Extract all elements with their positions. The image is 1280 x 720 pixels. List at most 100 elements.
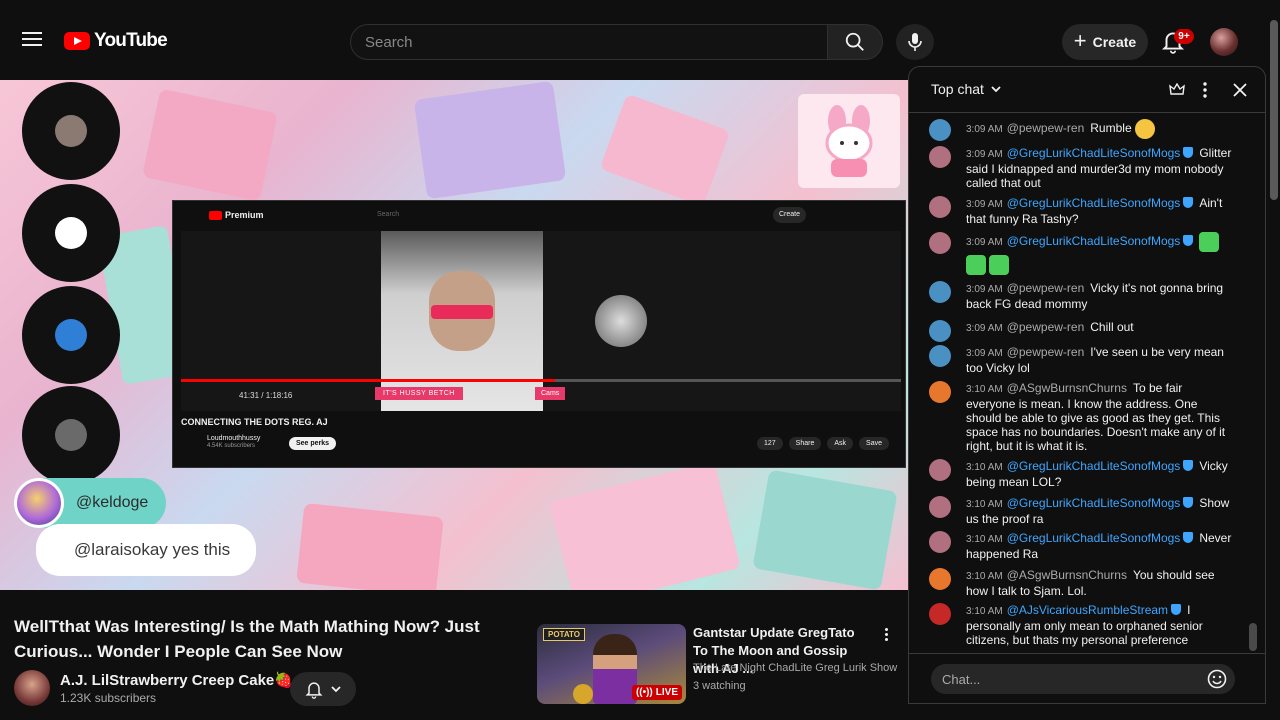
chat-input-box <box>931 664 1235 694</box>
overlay-message: @laraisokay yes this <box>36 524 257 576</box>
search-input[interactable] <box>351 25 827 59</box>
moderator-shield-icon <box>1183 197 1194 208</box>
embedded-logo: Premium <box>209 210 264 220</box>
page-scrollbar[interactable] <box>1270 20 1278 200</box>
chat-message: 3:09 AM @GregLurikChadLiteSonofMogs Glitte… <box>929 146 1233 190</box>
recommended-viewers: 3 watching <box>693 680 746 692</box>
embedded-title: CONNECTING THE DOTS REG. AJ <box>181 417 328 427</box>
logo-text: YouTube <box>94 30 168 51</box>
more-options-icon[interactable] <box>880 626 892 644</box>
embedded-screen: Premium Search Create 41:31 / 1:18:16 IT… <box>172 200 906 468</box>
moderator-shield-icon <box>1183 147 1194 158</box>
chat-avatar <box>929 146 951 168</box>
chat-avatar <box>929 603 951 625</box>
overlay-avatar-button[interactable] <box>22 184 120 282</box>
chat-avatar <box>929 119 951 141</box>
chat-message-list: 3:09 AM @pewpew-ren Rumble 3:09 AM @GregLur… <box>909 115 1255 655</box>
embedded-channel: Loudmouthhussy 4.54K subscribers <box>207 435 261 449</box>
chat-avatar <box>929 345 951 367</box>
thumbnail-text: POTATO <box>543 628 585 641</box>
chat-message: 3:10 AM @ASgwBurnsnChurns To be fair every… <box>929 381 1233 453</box>
moderator-shield-icon <box>1183 532 1194 543</box>
emoji-icon <box>966 255 986 275</box>
video-title: WellTthat Was Interesting/ Is the Math M… <box>14 617 480 661</box>
chat-message: 3:09 AM @pewpew-ren Chill out <box>929 320 1233 342</box>
mic-icon <box>908 33 922 51</box>
recommended-channel[interactable]: The Late Night ChadLite Greg Lurik Show <box>693 662 897 674</box>
moderator-shield-icon <box>1183 235 1194 247</box>
voice-search-button[interactable] <box>896 24 934 60</box>
chocolate-tile <box>296 502 444 590</box>
profile-image <box>55 419 87 451</box>
youtube-play-icon <box>64 32 90 50</box>
search-button[interactable] <box>827 24 883 60</box>
search-box <box>350 24 828 60</box>
moderator-shield-icon <box>1171 604 1182 615</box>
bell-icon <box>305 682 323 699</box>
search-icon <box>845 32 864 51</box>
overlay-avatar-button[interactable] <box>22 386 120 484</box>
mascot-sticker <box>798 94 900 188</box>
chat-input[interactable] <box>931 664 1191 694</box>
profile-image <box>55 115 87 147</box>
create-label: Create <box>1092 34 1137 50</box>
chat-avatar <box>929 459 951 481</box>
chat-scrollbar[interactable] <box>1249 623 1257 651</box>
live-badge: ((•)) LIVE <box>631 685 682 700</box>
embedded-topbar: Premium Search Create <box>173 201 905 229</box>
menu-icon[interactable] <box>20 28 44 52</box>
chat-avatar <box>929 196 951 218</box>
chat-message: 3:09 AM @pewpew-ren Vicky it's not gonna b… <box>929 281 1233 311</box>
chat-message: 3:09 AM @pewpew-ren Rumble <box>929 119 1233 141</box>
chat-message: 3:10 AM @GregLurikChadLiteSonofMogs Never … <box>929 531 1233 561</box>
channel-avatar[interactable] <box>14 670 50 706</box>
video-player[interactable]: Premium Search Create 41:31 / 1:18:16 IT… <box>0 80 908 590</box>
embedded-progress-bar <box>181 379 901 382</box>
create-button[interactable]: + Create <box>1062 24 1148 60</box>
chat-mode-dropdown[interactable]: Top chat <box>931 81 1002 97</box>
chat-message: 3:09 AM @pewpew-ren I've seen u be very me… <box>929 345 1233 375</box>
emoji-picker-icon[interactable] <box>1207 669 1227 689</box>
chocolate-tile <box>141 88 279 202</box>
embedded-actions: 127 Share Ask Save <box>756 437 889 450</box>
chat-message: 3:09 AM @GregLurikChadLiteSonofMogs <box>929 232 1233 275</box>
embedded-perks: See perks <box>289 437 337 450</box>
emoji-icon <box>1199 232 1220 252</box>
chat-message: 3:10 AM @GregLurikChadLiteSonofMogs Show u… <box>929 496 1233 526</box>
user-avatar[interactable] <box>1210 28 1238 56</box>
embedded-video <box>181 231 901 411</box>
hooded-person <box>381 231 543 411</box>
emoji-icon <box>989 255 1010 275</box>
subscription-bell-button[interactable] <box>290 672 356 706</box>
chevron-down-icon <box>991 86 1001 93</box>
emoji-icon <box>1134 119 1155 139</box>
chat-input-area <box>909 653 1265 705</box>
youtube-logo[interactable]: YouTube <box>64 30 168 52</box>
overlay-avatar-button[interactable] <box>22 286 120 384</box>
recommended-thumbnail[interactable]: POTATO ((•)) LIVE <box>537 624 686 704</box>
chat-avatar <box>929 281 951 303</box>
overlay-user-avatar <box>14 478 64 528</box>
chevron-down-icon <box>331 686 341 693</box>
chat-avatar <box>929 568 951 590</box>
crown-icon[interactable] <box>1167 80 1187 100</box>
chat-avatar <box>929 232 951 254</box>
chat-mode-label: Top chat <box>931 81 984 97</box>
chat-avatar <box>929 496 951 518</box>
embedded-create: Create <box>773 207 807 223</box>
embedded-search: Search <box>377 211 400 218</box>
more-vert-icon[interactable] <box>1195 80 1215 100</box>
chocolate-tile <box>752 469 898 590</box>
live-chat-panel: Top chat 3:09 AM @pewpew-ren Rumble 3:09 A… <box>908 66 1266 704</box>
embedded-pip-avatar <box>595 295 647 347</box>
overlay-avatar-button[interactable] <box>22 82 120 180</box>
subscriber-count: 1.23K subscribers <box>60 691 157 705</box>
channel-name[interactable]: A.J. LilStrawberry Creep Cake🍓 <box>60 671 293 689</box>
moderator-shield-icon <box>1183 460 1194 471</box>
close-icon[interactable] <box>1230 80 1250 100</box>
embedded-time: 41:31 / 1:18:16 <box>239 391 293 400</box>
chat-avatar <box>929 531 951 553</box>
plus-icon: + <box>1073 28 1087 53</box>
chat-message: 3:10 AM @GregLurikChadLiteSonofMogs Vicky … <box>929 459 1233 489</box>
chocolate-tile <box>549 461 741 590</box>
